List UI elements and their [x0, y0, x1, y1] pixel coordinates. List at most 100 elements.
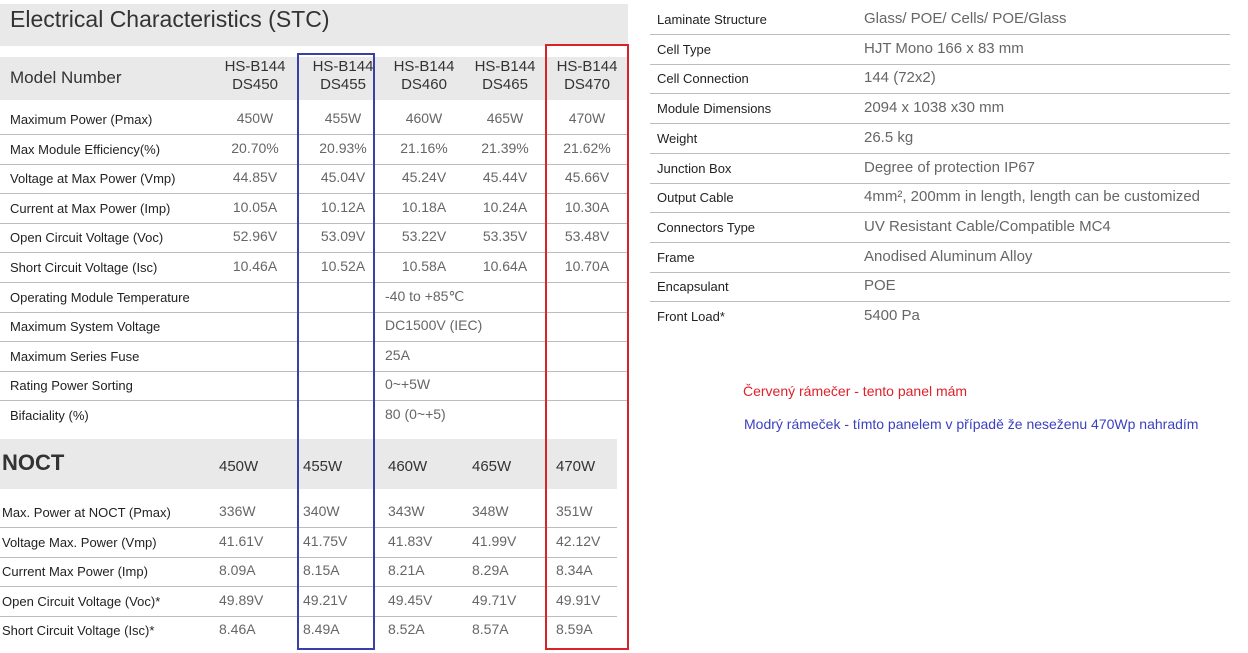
row-label: Maximum System Voltage	[10, 319, 161, 335]
red-note: Červený rámečer - tento panel mám	[743, 383, 968, 399]
row-divider	[650, 34, 1230, 35]
row-label: Maximum Series Fuse	[10, 348, 140, 364]
spec-label: Front Load*	[657, 309, 725, 324]
model-line2: DS460	[401, 76, 447, 93]
noct-value: 49.71V	[472, 591, 517, 608]
spec-label: Connectors Type	[657, 219, 756, 235]
noct-header: 460W	[388, 458, 428, 475]
row-label: Short Circuit Voltage (Isc)	[10, 260, 158, 275]
cell-value: 21.16%	[400, 139, 448, 156]
cell-value: 45.24V	[401, 169, 447, 186]
noct-row-label: Current Max Power (Imp)	[2, 564, 148, 580]
spec-label: Output Cable	[657, 190, 734, 206]
blue-note: Modrý rámeček - tímto panelem v případě …	[744, 416, 1199, 432]
spec-label: Module Dimensions	[657, 101, 772, 117]
noct-value: 8.21A	[388, 562, 425, 579]
cell-value: 10.18A	[401, 198, 447, 215]
cell-value: 21.39%	[481, 139, 529, 156]
spec-value: 2094 x 1038 x30 mm	[864, 99, 1005, 117]
model-line1: HS-B144	[224, 58, 286, 75]
row-divider	[650, 63, 1230, 65]
spec-label: Cell Type	[657, 41, 711, 57]
model-header: HS-B144 DS465	[465, 58, 545, 94]
noct-value: 348W	[472, 503, 509, 519]
row-label: Current at Max Power (Imp)	[10, 200, 171, 216]
cell-value: 44.85V	[232, 169, 278, 186]
model-header: HS-B144 DS450	[215, 58, 295, 94]
noct-value: 8.52A	[388, 621, 425, 638]
spec-value: 5400 Pa	[864, 307, 920, 324]
common-value: DC1500V (IEC)	[385, 317, 483, 334]
row-divider	[650, 123, 1230, 125]
spec-value: UV Resistant Cable/Compatible MC4	[864, 217, 1111, 235]
noct-row-label: Short Circuit Voltage (Isc)*	[2, 623, 155, 639]
red-highlight-box	[545, 44, 629, 650]
noct-value: 343W	[388, 503, 425, 519]
row-label: Max Module Efficiency(%)	[10, 141, 161, 157]
noct-value: 49.45V	[388, 591, 433, 608]
cell-value: 53.22V	[401, 228, 447, 245]
cell-value: 20.70%	[231, 139, 279, 156]
cell-value: 460W	[405, 110, 443, 126]
model-line2: DS465	[482, 76, 528, 93]
cell-value: 450W	[236, 110, 274, 126]
cell-value: 465W	[486, 110, 524, 126]
row-divider	[650, 93, 1230, 95]
cell-value: 10.05A	[232, 198, 278, 215]
spec-value: POE	[864, 277, 896, 295]
noct-row-label: Open Circuit Voltage (Voc)*	[2, 593, 161, 609]
model-line1: HS-B144	[474, 58, 536, 75]
row-label: Bifaciality (%)	[10, 408, 89, 423]
spec-label: Junction Box	[657, 160, 732, 176]
noct-header: 465W	[472, 458, 512, 475]
noct-value: 8.29A	[472, 562, 509, 579]
cell-value: 53.35V	[482, 228, 528, 245]
spec-label: Cell Connection	[657, 71, 749, 87]
model-number-label: Model Number	[10, 68, 122, 87]
noct-value: 336W	[219, 503, 256, 519]
noct-value: 8.57A	[472, 621, 509, 638]
row-divider	[650, 241, 1230, 243]
common-value: 0~+5W	[385, 376, 431, 393]
noct-value: 41.83V	[388, 532, 433, 549]
cell-value: 10.46A	[232, 258, 278, 274]
spec-value: 4mm², 200mm in length, length can be cus…	[864, 188, 1200, 206]
row-label: Rating Power Sorting	[10, 378, 133, 394]
cell-value: 10.64A	[482, 258, 528, 274]
row-divider	[650, 182, 1230, 184]
stc-title: Electrical Characteristics (STC)	[10, 6, 330, 32]
model-line1: HS-B144	[393, 58, 455, 75]
row-label: Open Circuit Voltage (Voc)	[10, 230, 164, 246]
spec-value: Degree of protection IP67	[864, 158, 1035, 176]
spec-label: Encapsulant	[657, 279, 729, 295]
noct-value: 8.46A	[219, 621, 256, 638]
noct-row-label: Voltage Max. Power (Vmp)	[2, 534, 157, 550]
row-divider	[650, 212, 1230, 214]
spec-value: Anodised Aluminum Alloy	[864, 247, 1033, 265]
row-label: Maximum Power (Pmax)	[10, 112, 153, 127]
row-label: Voltage at Max Power (Vmp)	[10, 171, 176, 187]
row-divider	[650, 301, 1230, 303]
noct-value: 49.89V	[219, 591, 264, 608]
spec-value: HJT Mono 166 x 83 mm	[864, 39, 1024, 57]
row-divider	[650, 271, 1230, 273]
spec-value: Glass/ POE/ Cells/ POE/Glass	[864, 10, 1067, 27]
noct-value: 41.99V	[472, 532, 517, 549]
noct-header: 450W	[219, 458, 259, 475]
spec-label: Frame	[657, 249, 695, 265]
cell-value: 10.24A	[482, 198, 528, 215]
spec-value: 144 (72x2)	[864, 69, 936, 87]
spec-label: Weight	[657, 130, 698, 146]
common-value: 80 (0~+5)	[385, 406, 446, 422]
spec-label: Laminate Structure	[657, 12, 767, 27]
model-line2: DS450	[232, 76, 278, 93]
row-label: Operating Module Temperature	[10, 289, 190, 305]
noct-row-label: Max. Power at NOCT (Pmax)	[2, 505, 171, 520]
cell-value: 10.58A	[401, 258, 447, 274]
noct-value: 8.09A	[219, 562, 256, 579]
row-divider	[650, 152, 1230, 154]
cell-value: 52.96V	[232, 228, 278, 245]
model-header: HS-B144 DS460	[384, 58, 464, 94]
noct-title: NOCT	[2, 450, 65, 475]
blue-highlight-box	[297, 53, 375, 650]
